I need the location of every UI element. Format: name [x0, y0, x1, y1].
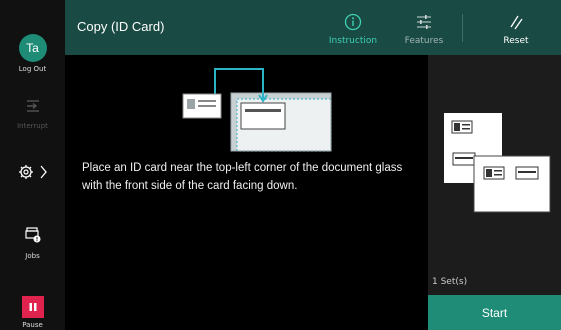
page-title: Copy (ID Card): [77, 19, 165, 34]
right-panel: 1 Set(s): [428, 55, 561, 295]
reset-button[interactable]: Reset: [491, 0, 541, 55]
tab-instruction-label: Instruction: [328, 36, 378, 46]
logout-button[interactable]: Ta Log Out: [0, 34, 65, 73]
main-content: Place an ID card near the top-left corne…: [65, 55, 428, 330]
device-settings-button[interactable]: [0, 164, 65, 185]
interrupt-icon: [25, 98, 41, 119]
tab-features[interactable]: Features: [397, 0, 451, 55]
output-preview-illustration: [444, 113, 552, 218]
tab-instruction[interactable]: Instruction: [321, 0, 385, 55]
header-bar: Copy (ID Card) Instruction Features Rese…: [65, 0, 561, 55]
interrupt-button: Interrupt: [0, 98, 65, 130]
start-button[interactable]: Start: [428, 295, 561, 330]
interrupt-label: Interrupt: [17, 122, 48, 130]
jobs-button[interactable]: Jobs: [0, 226, 65, 260]
logout-label: Log Out: [18, 65, 47, 73]
left-rail: Ta Log Out Interrupt Jobs Pause: [0, 0, 65, 330]
jobs-icon: [24, 226, 42, 249]
sliders-icon: [416, 12, 432, 32]
pause-icon: [21, 296, 44, 318]
id-card-placement-illustration: [175, 63, 335, 158]
pause-button[interactable]: Pause: [0, 296, 65, 329]
jobs-label: Jobs: [25, 252, 40, 260]
reset-icon: [508, 12, 524, 32]
user-avatar: Ta: [18, 34, 47, 62]
info-icon: [344, 12, 362, 32]
tab-features-label: Features: [404, 36, 444, 46]
pause-label: Pause: [22, 321, 43, 329]
sets-count[interactable]: 1 Set(s): [432, 277, 467, 287]
reset-label: Reset: [503, 36, 529, 46]
instruction-text: Place an ID card near the top-left corne…: [82, 162, 403, 192]
header-divider: [462, 14, 463, 42]
chevron-right-icon: [40, 165, 47, 184]
gear-icon: [18, 164, 34, 185]
